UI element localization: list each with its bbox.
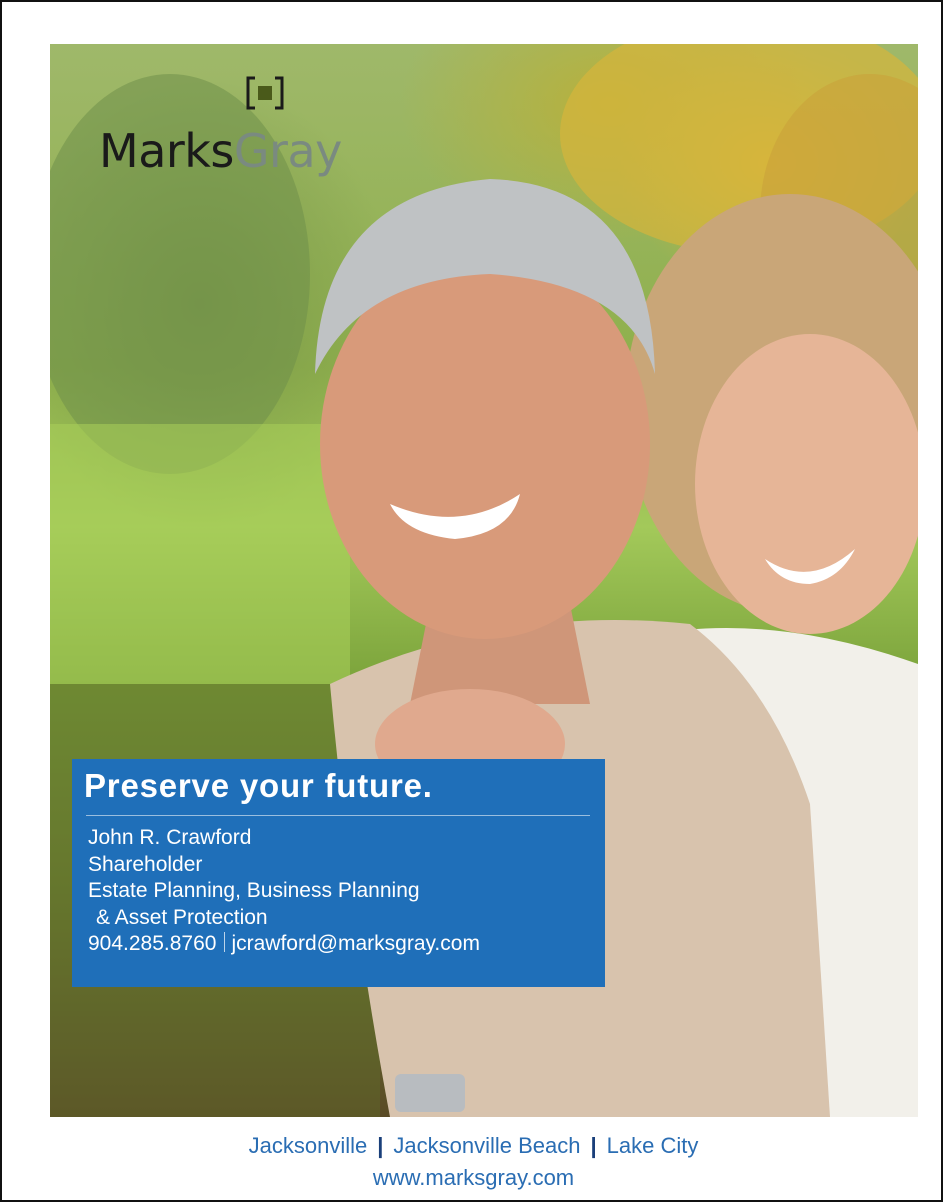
practice-areas-line-2: & Asset Protection: [96, 905, 268, 929]
website-link[interactable]: www.marksgray.com: [2, 1162, 943, 1194]
location-jacksonville-beach: Jacksonville Beach: [393, 1133, 581, 1158]
footer: Jacksonville | Jacksonville Beach | Lake Cit…: [2, 1130, 943, 1194]
contact-phone[interactable]: 904.285.8760: [88, 932, 216, 955]
location-lake-city: Lake City: [606, 1133, 699, 1158]
headline: Preserve your future.: [84, 767, 433, 804]
advertisement: MarksGray Preserve your future. John R. …: [0, 0, 943, 1202]
location-separator: |: [377, 1133, 384, 1158]
logo-wordmark: MarksGray: [99, 124, 342, 178]
contact-email[interactable]: jcrawford@marksgray.com: [231, 932, 479, 955]
office-locations: Jacksonville | Jacksonville Beach | Lake Cit…: [2, 1130, 943, 1162]
contact-name: John R. Crawford: [88, 826, 252, 849]
logo-text-marks: Marks: [99, 124, 234, 178]
practice-areas-line-1: Estate Planning, Business Planning: [88, 879, 420, 902]
contact-details: John R. Crawford Shareholder Estate Plan…: [88, 825, 480, 958]
contact-separator: [224, 932, 226, 952]
contact-title: Shareholder: [88, 852, 203, 876]
divider: [86, 815, 590, 816]
location-separator: |: [590, 1133, 597, 1158]
contact-panel: Preserve your future. John R. Crawford S…: [72, 759, 605, 987]
location-jacksonville: Jacksonville: [248, 1133, 368, 1158]
logo-text-gray: Gray: [233, 124, 342, 178]
contact-phone-email-row: 904.285.8760 jcrawford@marksgray.com: [88, 931, 480, 958]
logo-bracket-icon: [246, 76, 284, 110]
